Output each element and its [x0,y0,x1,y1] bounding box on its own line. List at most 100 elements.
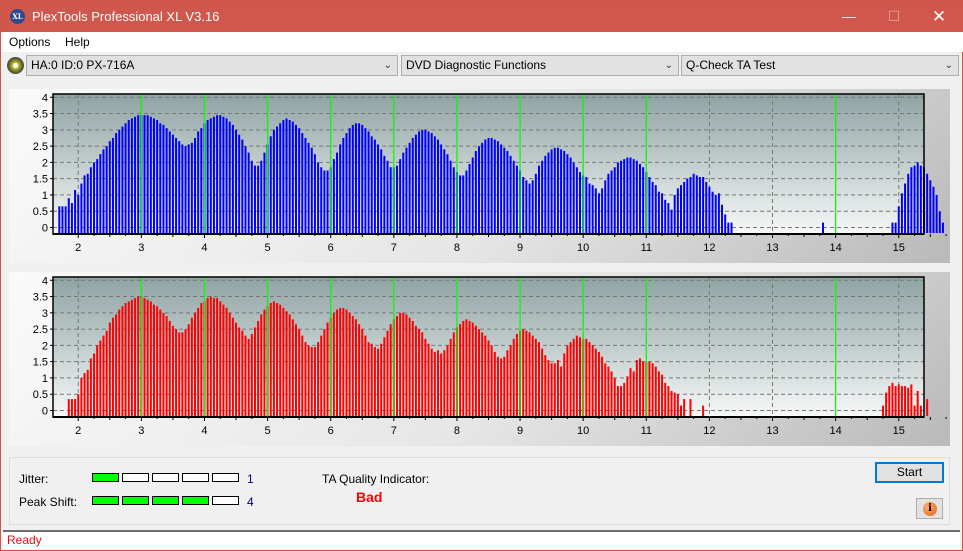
app-logo-icon: XL [10,9,25,24]
histogram-bar [80,377,83,416]
histogram-bar [613,377,616,416]
function-select-value: DVD Diagnostic Functions [406,58,547,72]
histogram-bar [86,369,89,416]
histogram-bar [105,146,108,233]
histogram-bar [500,358,503,416]
histogram-bar [257,165,260,233]
histogram-bar [294,324,297,416]
histogram-bar [421,332,424,416]
maximize-icon[interactable]: ☐ [871,1,917,32]
histogram-bar [894,222,897,233]
histogram-bar [702,177,705,233]
histogram-bar [187,324,190,416]
y-tick-label: 1 [42,373,48,385]
histogram-bar [260,314,263,416]
histogram-bar [244,335,247,416]
histogram-bar [206,298,209,416]
histogram-bar [351,124,354,233]
histogram-chart-top: 0 0.5 1 1.5 2 2.5 3 3.5 4 2 3 4 5 6 7 8 9 10 11 12 13 14 15 [33,92,947,254]
histogram-bar [616,386,619,416]
histogram-bar [99,154,102,233]
y-tick-label: 2.5 [33,141,48,153]
histogram-bar [885,392,888,416]
y-tick-label: 2 [42,157,48,169]
histogram-bar [676,394,679,416]
histogram-bar [575,167,578,233]
drive-select[interactable]: HA:0 ID:0 PX-716A ⌄ [26,55,398,76]
histogram-bar [178,141,181,233]
histogram-bar [339,144,342,233]
histogram-bar [493,139,496,233]
histogram-bar [156,120,159,233]
histogram-bar [575,335,578,416]
close-icon[interactable]: ✕ [916,1,962,32]
histogram-bar [702,405,705,416]
x-tick-label: 6 [328,425,334,437]
histogram-bar [433,351,436,416]
histogram-bar [541,160,544,233]
histogram-bar [377,348,380,416]
histogram-bar [683,399,686,416]
x-tick-label: 5 [265,425,271,437]
function-select[interactable]: DVD Diagnostic Functions ⌄ [401,55,679,76]
histogram-bar [93,162,96,233]
ta-quality-value: Bad [356,489,383,505]
histogram-bar [550,149,553,233]
histogram-bar [364,128,367,233]
y-tick-label: 1 [42,190,48,202]
histogram-bar [263,309,266,416]
histogram-bar [102,149,105,233]
histogram-bar [418,329,421,416]
histogram-bar [594,348,597,416]
histogram-bar [446,154,449,233]
histogram-bar [471,322,474,416]
histogram-bar [553,363,556,416]
histogram-bar [478,146,481,233]
histogram-bar [613,167,616,233]
histogram-bar [550,363,553,416]
histogram-bar [323,329,326,416]
histogram-bar [437,139,440,233]
histogram-bar [440,144,443,233]
y-tick-label: 3.5 [33,292,48,304]
x-tick-label: 11 [641,425,652,437]
test-select[interactable]: Q-Check TA Test ⌄ [681,55,959,76]
histogram-bar [478,329,481,416]
histogram-bar [553,147,556,233]
histogram-bar [216,115,219,233]
chart-panel-bottom: 0 0.5 1 1.5 2 2.5 3 3.5 4 2 3 4 5 6 7 8 9 10 11 12 13 14 15 [9,272,950,446]
histogram-bar [247,338,250,416]
histogram-bar [414,134,417,233]
info-button[interactable]: i [916,498,943,519]
histogram-bar [323,170,326,233]
histogram-bar [597,193,600,233]
histogram-bar [680,185,683,233]
histogram-bar [364,335,367,416]
histogram-bar [175,329,178,416]
start-button[interactable]: Start [875,462,944,483]
histogram-bar [721,204,724,233]
histogram-bar [361,329,364,416]
menu-help[interactable]: Help [65,35,90,49]
chevron-down-icon: ⌄ [383,60,392,71]
minimize-icon[interactable]: — [826,1,872,32]
histogram-bar [588,342,591,416]
x-tick-label: 5 [265,242,271,254]
histogram-bar [664,382,667,416]
histogram-bar [566,345,569,416]
histogram-bar [632,159,635,233]
histogram-bar [601,356,604,416]
level-segment [182,496,209,505]
histogram-bar [235,322,238,416]
histogram-bar [654,185,657,233]
histogram-bar [342,137,345,233]
histogram-bar [209,118,212,233]
histogram-bar [657,371,660,416]
histogram-bar [395,165,398,233]
histogram-bar [680,405,683,416]
y-tick-label: 0 [42,405,48,417]
histogram-bar [512,338,515,416]
ta-quality-label: TA Quality Indicator: [322,472,430,486]
menu-options[interactable]: Options [9,35,50,49]
histogram-bar [648,361,651,416]
